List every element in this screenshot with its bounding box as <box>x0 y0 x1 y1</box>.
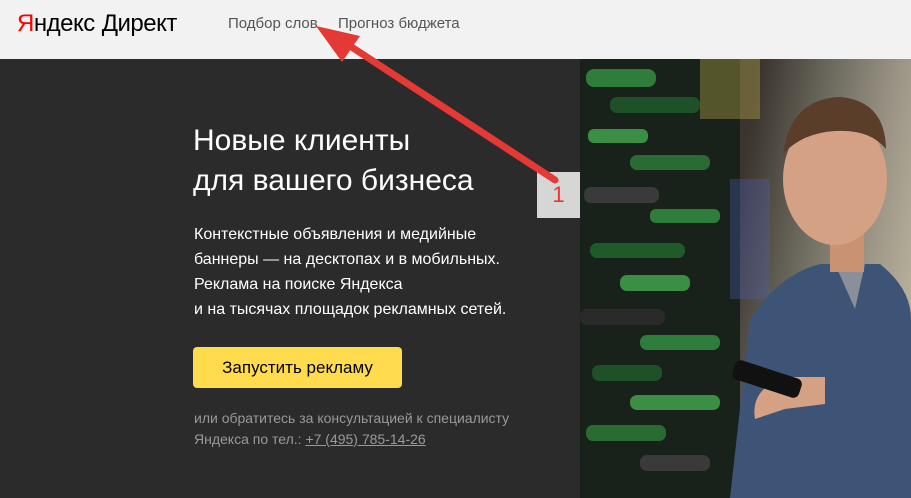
hero-photo <box>580 59 911 498</box>
hero-description-line: Реклама на поиске Яндекса <box>194 276 403 293</box>
hero-headline: Новые клиенты для вашего бизнеса <box>193 121 474 201</box>
hero-headline-line2: для вашего бизнеса <box>193 164 474 197</box>
yandex-direct-logo[interactable]: Яндекс Директ <box>17 11 177 37</box>
logo-brand-first-letter: Я <box>17 10 34 37</box>
top-bar: Яндекс Директ Подбор слов Прогноз бюджета <box>0 0 911 59</box>
hero-description: Контекстные объявления и медийные баннер… <box>194 222 506 322</box>
contact-phone-row: Яндекса по тел.: +7 (495) 785-14-26 <box>194 429 509 450</box>
hero-description-line: Контекстные объявления и медийные <box>194 226 477 243</box>
hero-headline-line1: Новые клиенты <box>193 124 411 157</box>
nav-budget-forecast[interactable]: Прогноз бюджета <box>338 15 460 32</box>
contact-phone-link[interactable]: +7 (495) 785-14-26 <box>305 431 425 447</box>
hero-description-line: баннеры — на десктопах и в мобильных. <box>194 251 500 268</box>
launch-ad-button[interactable]: Запустить рекламу <box>193 347 402 388</box>
contact-line: или обратитесь за консультацией к специа… <box>194 410 510 426</box>
logo-brand-rest: ндекс <box>33 10 95 37</box>
contact-prefix: Яндекса по тел.: <box>194 431 306 447</box>
logo-brand: Яндекс <box>17 10 95 37</box>
logo-product: Директ <box>101 10 178 37</box>
contact-info: или обратитесь за консультацией к специа… <box>194 408 509 450</box>
hero-photo-illustration <box>580 59 911 498</box>
hero-description-line: и на тысячах площадок рекламных сетей. <box>194 301 507 318</box>
nav-keyword-selection[interactable]: Подбор слов <box>228 15 318 32</box>
step-marker: 1 <box>537 172 580 218</box>
